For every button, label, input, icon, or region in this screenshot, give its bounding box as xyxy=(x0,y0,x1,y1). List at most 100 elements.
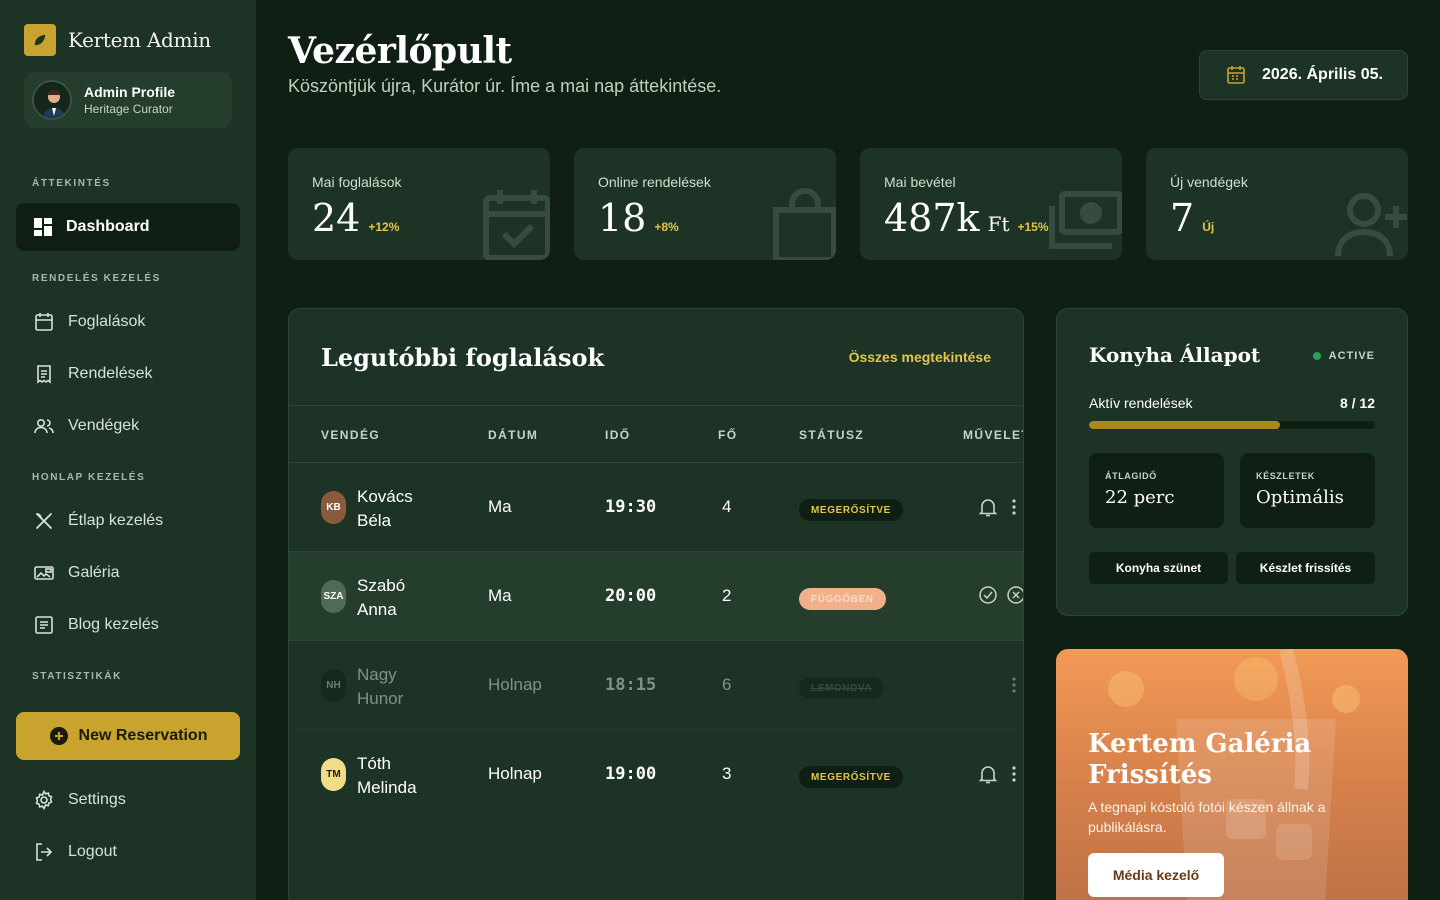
booking-date: Holnap xyxy=(488,675,542,694)
guest-initials: SZA xyxy=(321,580,346,613)
guest-initials: TM xyxy=(321,758,346,791)
guest-first-name: Nagy xyxy=(357,665,397,684)
active-orders-value: 8 / 12 xyxy=(1339,395,1375,411)
stat-delta: +15% xyxy=(1017,220,1049,234)
stat-unit: Ft xyxy=(987,212,1010,236)
table-row[interactable]: KB Kovács Béla Ma 19:30 4 MEGERŐSÍTVE xyxy=(289,463,1023,552)
guest-name: Kovács Béla xyxy=(357,485,447,533)
stat-value: 487k Ft +15% xyxy=(884,196,1049,240)
guest-first-name: Szabó xyxy=(357,576,406,595)
more-vertical-icon[interactable] xyxy=(1011,764,1017,784)
avg-time-label: ÁTLAGIDŐ xyxy=(1105,471,1157,481)
gallery-promo-card: Kertem Galéria Frissítés A tegnapi kósto… xyxy=(1056,649,1408,900)
sidebar-item-label: Logout xyxy=(68,843,117,860)
profile-card[interactable]: Admin Profile Heritage Curator xyxy=(24,72,232,128)
cancel-circle-icon[interactable] xyxy=(1007,586,1024,604)
stat-label: Mai foglalások xyxy=(312,174,402,190)
check-circle-icon[interactable] xyxy=(979,586,997,604)
avatar xyxy=(32,80,72,120)
stat-label: Új vendégek xyxy=(1170,174,1248,190)
guest-first-name: Kovács xyxy=(357,487,413,506)
sidebar-item-gallery[interactable]: Galéria xyxy=(16,549,240,597)
guest-last-name: Melinda xyxy=(357,778,417,797)
sidebar-item-settings[interactable]: Settings xyxy=(16,776,240,824)
sidebar-item-guests[interactable]: Vendégek xyxy=(16,402,240,450)
new-reservation-label: New Reservation xyxy=(78,727,208,744)
status-badge: MEGERŐSÍTVE xyxy=(799,499,903,521)
table-row[interactable]: TM Tóth Melinda Holnap 19:00 3 MEGERŐSÍTV… xyxy=(289,730,1023,819)
kitchen-status-card: Konyha Állapot ACTIVE Aktív rendelések 8… xyxy=(1056,308,1408,616)
sidebar-item-label: Settings xyxy=(68,791,126,808)
booking-time: 18:15 xyxy=(605,675,657,695)
stat-card-bookings: Mai foglalások 24 +12% xyxy=(288,148,550,260)
sidebar-item-dashboard[interactable]: Dashboard xyxy=(16,203,240,251)
avg-time-box: ÁTLAGIDŐ 22 perc xyxy=(1089,453,1224,528)
section-label-orders: RENDELÉS KEZELÉS xyxy=(32,273,161,284)
date-picker[interactable]: 2026. Április 05. xyxy=(1199,50,1408,100)
stock-label: KÉSZLETEK xyxy=(1256,471,1315,481)
column-header: VENDÉG xyxy=(321,428,381,442)
page-title: Vezérlőpult xyxy=(288,30,512,72)
column-header: MŰVELET xyxy=(963,428,1024,442)
page-subtitle: Köszöntjük újra, Kurátor úr. Íme a mai n… xyxy=(288,76,722,96)
booking-guests: 3 xyxy=(722,764,732,783)
kitchen-pause-button[interactable]: Konyha szünet xyxy=(1089,552,1228,584)
booking-date: Ma xyxy=(488,586,512,605)
bookings-title: Legutóbbi foglalások xyxy=(321,343,605,372)
booking-time: 20:00 xyxy=(605,586,657,606)
sidebar-item-menu[interactable]: Étlap kezelés xyxy=(16,497,240,545)
booking-guests: 4 xyxy=(722,497,732,516)
booking-date: Ma xyxy=(488,497,512,516)
bell-icon[interactable] xyxy=(979,497,997,517)
brand-name: Kertem Admin xyxy=(68,28,211,52)
section-label-stats: STATISZTIKÁK xyxy=(32,671,122,682)
sidebar-item-label: Dashboard xyxy=(66,218,150,235)
stock-box: KÉSZLETEK Optimális xyxy=(1240,453,1375,528)
stat-number: 18 xyxy=(598,196,647,240)
stat-label: Online rendelések xyxy=(598,174,711,190)
logout-icon xyxy=(36,843,53,861)
guest-name: Szabó Anna xyxy=(357,574,447,622)
promo-text: A tegnapi kóstoló fotói készen állnak a … xyxy=(1088,799,1326,835)
kitchen-title: Konyha Állapot xyxy=(1089,343,1261,367)
kitchen-status: ACTIVE xyxy=(1328,350,1375,362)
calendar-icon xyxy=(1227,66,1245,84)
guest-initials: KB xyxy=(321,491,346,524)
stock-refresh-button[interactable]: Készlet frissítés xyxy=(1236,552,1375,584)
more-vertical-icon[interactable] xyxy=(1011,675,1017,695)
sidebar-item-label: Vendégek xyxy=(68,417,140,434)
shopping-bag-icon xyxy=(773,188,836,260)
stat-delta: +12% xyxy=(368,220,400,234)
sidebar-item-orders[interactable]: Rendelések xyxy=(16,350,240,398)
view-all-link[interactable]: Összes megtekintése xyxy=(849,349,991,365)
sidebar-item-logout[interactable]: Logout xyxy=(16,828,240,876)
profile-role: Heritage Curator xyxy=(84,102,173,116)
stat-value: 18 +8% xyxy=(598,196,679,240)
utensils-icon xyxy=(36,513,52,529)
brand[interactable]: Kertem Admin xyxy=(24,24,211,56)
receipt-icon xyxy=(37,365,51,384)
new-reservation-button[interactable]: New Reservation xyxy=(16,712,240,760)
stock-value: Optimális xyxy=(1256,487,1344,508)
booking-date: Holnap xyxy=(488,764,542,783)
guest-initials: NH xyxy=(321,669,346,702)
column-header: STÁTUSZ xyxy=(799,428,865,442)
stat-label: Mai bevétel xyxy=(884,174,956,190)
status-badge: FÜGGŐBEN xyxy=(799,588,886,610)
plus-circle-icon xyxy=(49,727,68,745)
guest-name: Nagy Hunor xyxy=(357,663,447,711)
column-header: IDŐ xyxy=(605,428,631,442)
stat-number: 487k xyxy=(884,196,980,240)
gear-icon xyxy=(35,790,53,810)
table-row[interactable]: SZA Szabó Anna Ma 20:00 2 FÜGGŐBEN xyxy=(289,552,1024,641)
profile-name: Admin Profile xyxy=(84,84,176,100)
more-vertical-icon[interactable] xyxy=(1011,497,1017,517)
calendar-check-icon xyxy=(483,190,550,260)
sidebar-item-blog[interactable]: Blog kezelés xyxy=(16,601,240,649)
bell-icon[interactable] xyxy=(979,764,997,784)
media-manager-button[interactable]: Média kezelő xyxy=(1088,853,1224,897)
promo-title: Kertem Galéria Frissítés xyxy=(1088,729,1312,790)
sidebar-item-bookings[interactable]: Foglalások xyxy=(16,298,240,346)
table-row[interactable]: NH Nagy Hunor Holnap 18:15 6 LEMONDVA xyxy=(289,641,1023,730)
calendar-icon xyxy=(35,313,53,331)
